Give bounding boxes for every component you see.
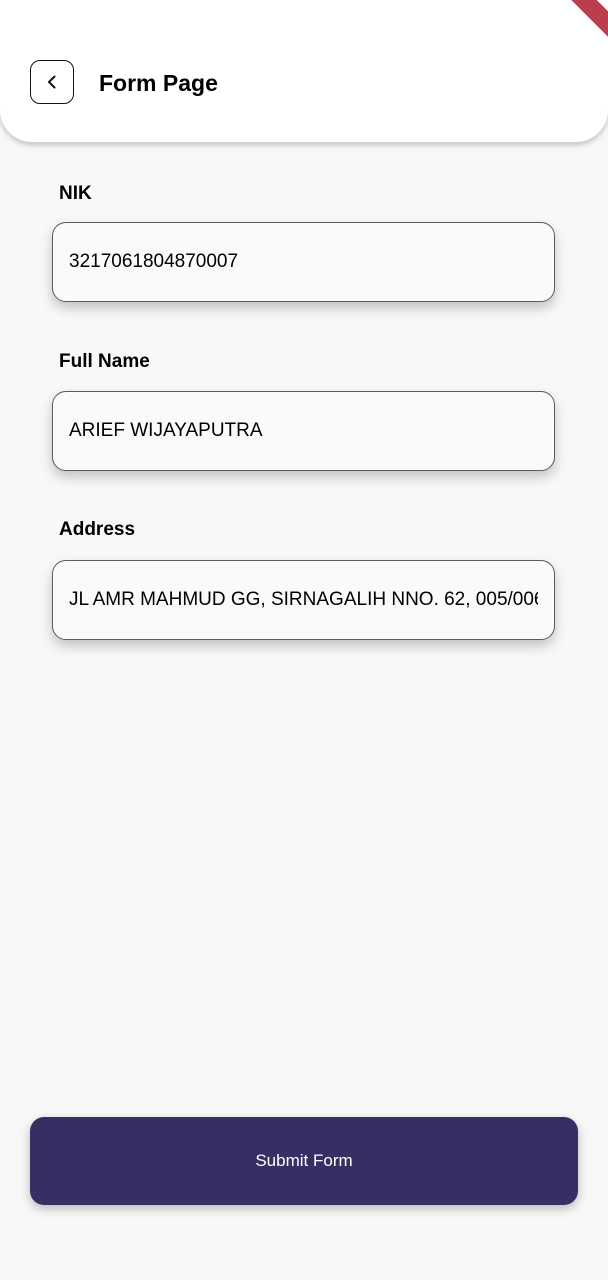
- debug-banner: [541, 0, 608, 49]
- full-name-input[interactable]: [69, 420, 538, 442]
- full-name-field[interactable]: [52, 391, 555, 471]
- app-bar: Form Page: [0, 0, 608, 142]
- full-name-label: Full Name: [59, 351, 150, 372]
- address-input[interactable]: [69, 589, 538, 611]
- back-button[interactable]: [30, 60, 74, 104]
- submit-form-label: Submit Form: [255, 1151, 353, 1170]
- nik-label: NIK: [59, 183, 92, 204]
- chevron-left-icon: [48, 75, 56, 89]
- address-label: Address: [59, 519, 136, 540]
- submit-form-button[interactable]: Submit Form: [30, 1117, 578, 1205]
- nik-input[interactable]: [69, 251, 538, 273]
- page-title: Form Page: [99, 70, 218, 96]
- address-field[interactable]: [52, 560, 555, 640]
- nik-field[interactable]: [52, 222, 555, 302]
